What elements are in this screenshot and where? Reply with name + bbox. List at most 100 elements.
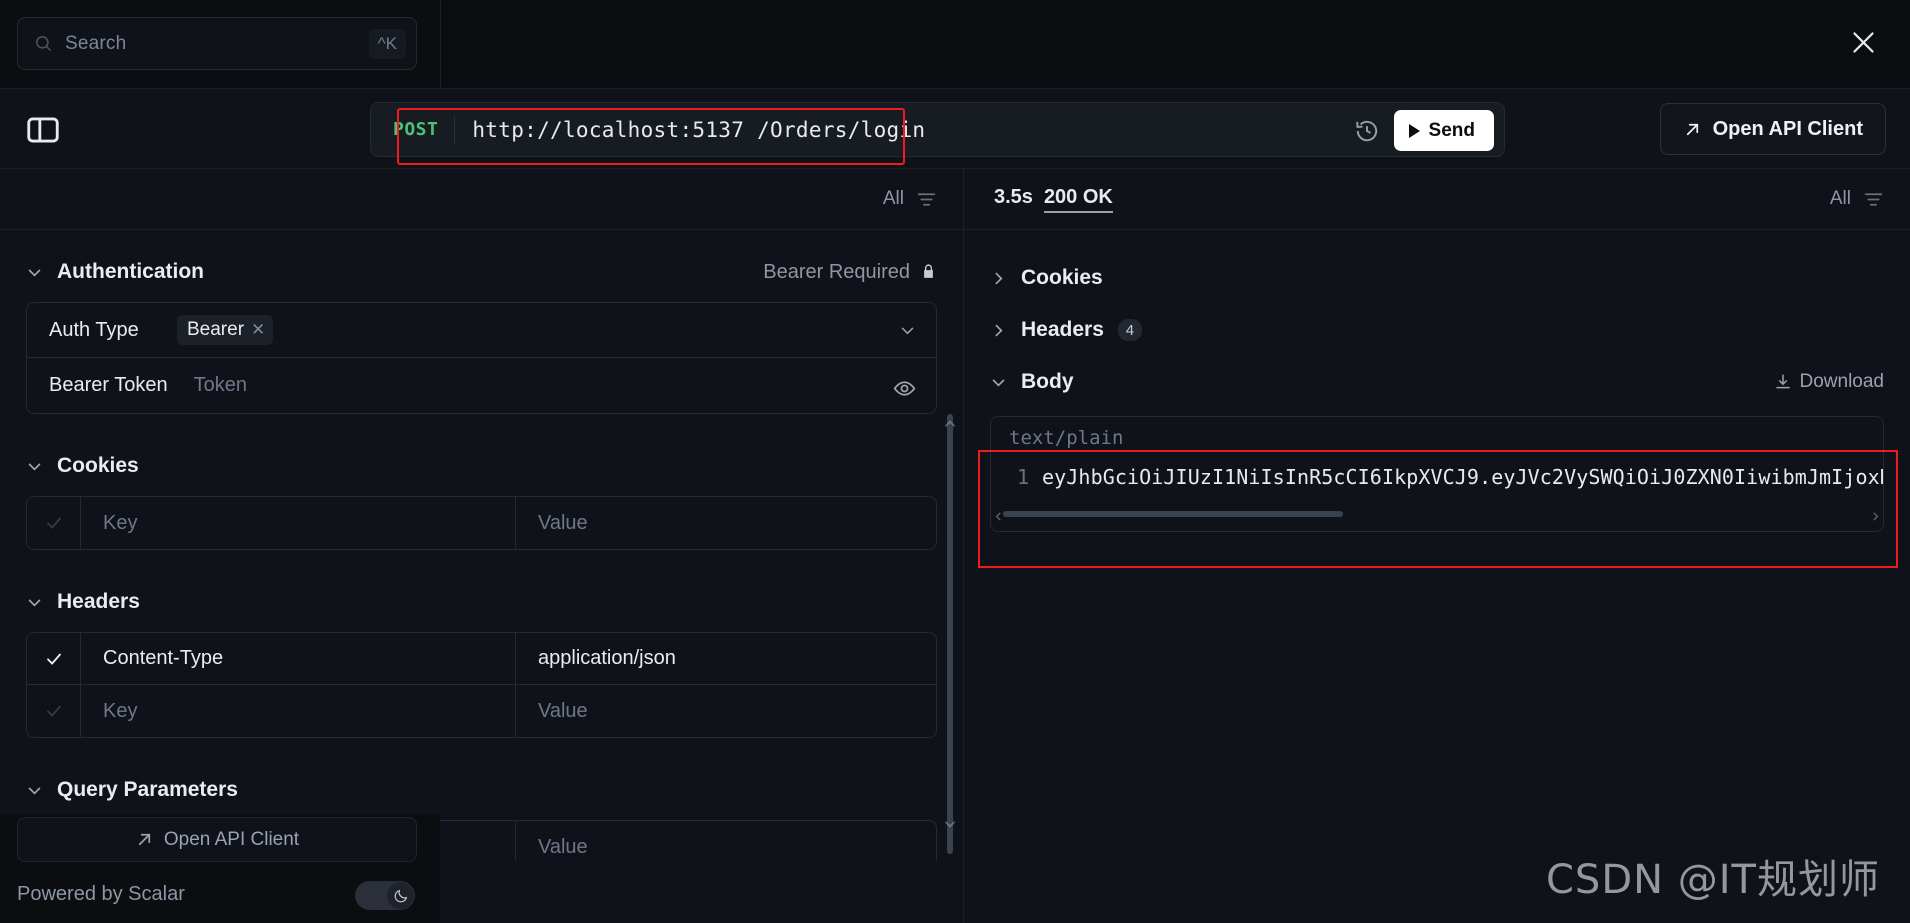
row-value[interactable]: Value — [516, 685, 936, 737]
row-value[interactable]: application/json — [516, 633, 936, 685]
chevron-down-icon — [26, 458, 43, 475]
bearer-token-label: Bearer Token — [49, 374, 168, 396]
query-parameters-section-header[interactable]: Query Parameters — [26, 770, 937, 810]
row-checkbox[interactable] — [27, 497, 81, 549]
open-api-client-label: Open API Client — [1712, 117, 1863, 140]
chevron-down-icon — [990, 374, 1007, 391]
top-bar: Search ^K — [0, 0, 1910, 88]
row-checkbox[interactable] — [27, 633, 81, 685]
response-mime-type: text/plain — [1009, 427, 1124, 449]
row-key[interactable]: Key — [81, 685, 516, 737]
table-row[interactable]: Key Value — [27, 497, 936, 549]
response-cookies-section[interactable]: Cookies — [990, 252, 1884, 304]
search-input[interactable]: Search ^K — [17, 17, 417, 70]
toggle-token-visibility[interactable] — [893, 377, 936, 396]
response-filter-all-label[interactable]: All — [1830, 188, 1851, 210]
auth-type-chip[interactable]: Bearer ✕ — [177, 315, 274, 345]
authentication-card: Auth Type Bearer ✕ Bearer Token Token — [26, 302, 937, 414]
headers-section-header[interactable]: Headers — [26, 582, 937, 622]
footer-open-api-client-label: Open API Client — [163, 828, 300, 850]
open-api-client-button[interactable]: Open API Client — [1659, 103, 1886, 155]
url-input[interactable]: POST http://localhost:5137 /Orders/login… — [370, 102, 1505, 157]
chevron-right-icon — [990, 322, 1007, 339]
sidebar-toggle-icon[interactable] — [24, 111, 62, 149]
request-filter-all-label[interactable]: All — [883, 188, 904, 210]
response-time: 3.5s — [994, 185, 1033, 208]
close-button[interactable] — [1841, 20, 1885, 64]
response-cookies-title: Cookies — [1021, 266, 1103, 289]
remove-auth-type-icon[interactable]: ✕ — [251, 320, 265, 340]
headers-title: Headers — [57, 590, 140, 613]
cookies-table: Key Value — [26, 496, 937, 550]
check-icon — [45, 702, 63, 720]
scroll-right-icon[interactable] — [1870, 509, 1881, 521]
chevron-right-icon — [990, 270, 1007, 287]
response-headers-section[interactable]: Headers 4 — [990, 304, 1884, 356]
row-value[interactable]: Value — [516, 821, 936, 860]
response-body-code-line: 1 eyJhbGciOiJIUzI1NiIsInR5cCI6IkpXVCJ9.e… — [991, 465, 1883, 489]
history-icon[interactable] — [1354, 118, 1380, 144]
send-button[interactable]: Send — [1393, 110, 1494, 151]
footer-open-api-client-button[interactable]: Open API Client — [17, 817, 417, 862]
response-headers-title: Headers — [1021, 318, 1104, 341]
scroll-up-icon[interactable] — [943, 417, 957, 431]
table-row[interactable]: Content-Type application/json — [27, 633, 936, 685]
send-button-label: Send — [1428, 119, 1475, 141]
response-headers-count: 4 — [1117, 319, 1142, 341]
topbar-divider — [440, 0, 441, 88]
headers-table: Content-Type application/json Key Value — [26, 632, 937, 738]
address-bar-row: POST http://localhost:5137 /Orders/login… — [0, 88, 1910, 169]
auth-type-value: Bearer — [187, 319, 245, 340]
request-scrollbar-thumb[interactable] — [947, 414, 953, 854]
response-panel: 3.5s 200 OK All Cookies Headers 4 Body D… — [964, 169, 1910, 923]
watermark: CSDN @IT规划师 — [1546, 857, 1880, 903]
filter-icon[interactable] — [916, 189, 937, 210]
response-body-section[interactable]: Body Download — [990, 356, 1884, 408]
response-status-row: 3.5s 200 OK All — [964, 169, 1910, 230]
bearer-required-label: Bearer Required — [763, 260, 910, 283]
row-key[interactable]: Content-Type — [81, 633, 516, 685]
response-body-text[interactable]: eyJhbGciOiJIUzI1NiIsInR5cCI6IkpXVCJ9.eyJ… — [1029, 465, 1883, 489]
theme-toggle-knob — [387, 882, 414, 909]
bearer-token-placeholder: Token — [193, 374, 247, 396]
auth-type-row[interactable]: Auth Type Bearer ✕ — [27, 303, 936, 358]
http-method-label: POST — [393, 119, 439, 140]
bearer-token-row[interactable]: Bearer Token Token — [27, 358, 936, 413]
auth-type-dropdown-toggle[interactable] — [899, 322, 936, 339]
search-icon — [34, 34, 53, 53]
chevron-down-icon — [26, 264, 43, 281]
filter-icon[interactable] — [1863, 189, 1884, 210]
arrow-northeast-icon — [135, 830, 154, 849]
scroll-left-icon[interactable] — [993, 509, 1004, 521]
check-icon — [45, 650, 63, 668]
powered-by-label: Powered by Scalar — [17, 883, 185, 905]
moon-icon — [394, 889, 407, 902]
authentication-title: Authentication — [57, 260, 204, 283]
download-button[interactable]: Download — [1774, 371, 1885, 393]
row-key[interactable]: Key — [81, 497, 516, 549]
download-icon — [1774, 373, 1792, 391]
response-status-code: 200 OK — [1043, 186, 1113, 213]
search-shortcut-badge: ^K — [368, 28, 406, 59]
download-label: Download — [1799, 371, 1885, 392]
row-checkbox[interactable] — [27, 685, 81, 737]
table-row[interactable]: Key Value — [27, 685, 936, 737]
row-value[interactable]: Value — [516, 497, 936, 549]
chevron-down-icon — [899, 322, 916, 339]
authentication-section-header[interactable]: Authentication Bearer Required — [26, 252, 937, 292]
play-icon — [1408, 123, 1420, 138]
response-body-title: Body — [1021, 370, 1074, 393]
search-placeholder: Search — [65, 32, 127, 54]
response-status: 3.5s 200 OK — [994, 186, 1113, 213]
arrow-northeast-icon — [1683, 120, 1702, 139]
cookies-title: Cookies — [57, 454, 139, 477]
chevron-down-icon — [26, 594, 43, 611]
url-text: http://localhost:5137 /Orders/login — [472, 117, 926, 142]
cookies-section-header[interactable]: Cookies — [26, 446, 937, 486]
auth-type-label: Auth Type — [49, 318, 139, 341]
body-horizontal-scrollbar-thumb[interactable] — [1003, 511, 1343, 517]
query-parameters-title: Query Parameters — [57, 778, 238, 801]
scroll-down-icon[interactable] — [943, 817, 957, 831]
theme-toggle[interactable] — [355, 881, 415, 910]
request-filter-row: All — [0, 169, 963, 230]
